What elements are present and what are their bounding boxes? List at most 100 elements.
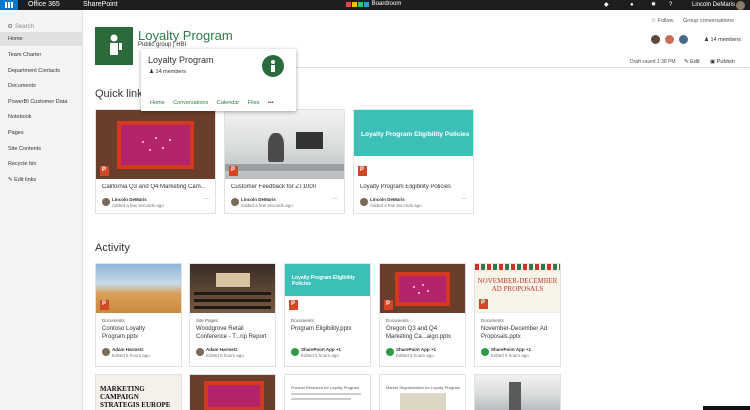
- group-conversations-link[interactable]: Group conversations: [683, 18, 734, 24]
- more-icon[interactable]: •••: [268, 100, 274, 106]
- app-avatar: [481, 348, 489, 356]
- library-name: Documents: [102, 318, 125, 323]
- hover-link-calendar[interactable]: Calendar: [217, 100, 239, 106]
- document-thumbnail: [225, 110, 344, 179]
- activity-card[interactable]: Site Pages Woodgrove Retail Conference -…: [189, 263, 276, 367]
- site-logo[interactable]: [95, 27, 133, 65]
- edited-time: Edited 5 hours ago: [491, 353, 529, 358]
- added-time: Added a few seconds ago: [112, 203, 164, 208]
- nav-item-documents[interactable]: Documents: [0, 79, 83, 93]
- nav-item-notebook[interactable]: Notebook: [0, 110, 83, 124]
- command-bar: Draft saved 1:38 PM ✎ Edit ▣ Publish: [296, 56, 750, 68]
- card-title[interactable]: California Q3 and Q4 Marketing Cam...: [102, 184, 212, 190]
- edit-links-label: Edit links: [14, 177, 37, 183]
- members-count: 14 members: [155, 69, 187, 75]
- bell-icon[interactable]: ●: [630, 0, 634, 10]
- activity-card[interactable]: Documents Oregon Q3 and Q4 Marketing Ca.…: [379, 263, 466, 367]
- document-thumbnail: [204, 381, 264, 410]
- activity-title[interactable]: Oregon Q3 and Q4: [386, 325, 464, 333]
- activity-title-line2[interactable]: Marketing Ca...aign.pptx: [386, 333, 464, 341]
- publish-icon: ▣: [710, 59, 717, 65]
- activity-title-line2[interactable]: Program.pptx: [102, 333, 180, 341]
- edited-time: Edited 5 hours ago: [112, 353, 150, 358]
- added-time: Added a few seconds ago: [241, 203, 293, 208]
- activity-card[interactable]: Loyalty Program Eligibility Policies Doc…: [284, 263, 371, 367]
- card-title[interactable]: Loyalty Program Eligibility Policies: [360, 184, 470, 190]
- edited-time: Edited 5 hours ago: [301, 353, 339, 358]
- edit-links[interactable]: ✎ Edit links: [0, 173, 83, 187]
- document-thumbnail: [96, 110, 215, 179]
- document-thumbnail: Loyalty Program Eligibility Policies: [354, 110, 473, 179]
- activity-title-line2[interactable]: Conference - T...rip Report: [196, 333, 274, 341]
- hover-link-home[interactable]: Home: [150, 100, 165, 106]
- thumbnail-text: NOVEMBER-DECEMBER AD PROPOSALS: [477, 277, 558, 294]
- activity-card[interactable]: NOVEMBER-DECEMBER AD PROPOSALS Documents…: [474, 263, 561, 367]
- nav-item-pages[interactable]: Pages: [0, 126, 83, 140]
- author-name: Adam Harmetz: [206, 347, 238, 352]
- search-box[interactable]: Search: [8, 24, 34, 30]
- nav-item-team-charter[interactable]: Team Charter: [0, 48, 83, 62]
- activity-card[interactable]: Product Research for Loyalty Program: [284, 374, 371, 410]
- notification-icon[interactable]: ◆: [604, 0, 609, 10]
- app-name[interactable]: Office 365: [28, 0, 60, 10]
- more-options-icon[interactable]: ···: [203, 196, 209, 202]
- author-name: Adam Harmetz: [112, 347, 144, 352]
- activity-title[interactable]: November-December Ad: [481, 325, 559, 333]
- author-avatar: [231, 198, 239, 206]
- site-title[interactable]: Loyalty Program: [138, 28, 233, 43]
- activity-card[interactable]: [189, 374, 276, 410]
- activity-title[interactable]: Program Eligibility.pptx: [291, 325, 369, 333]
- waffle-icon[interactable]: [0, 0, 18, 10]
- more-options-icon[interactable]: ···: [332, 196, 338, 202]
- author-name: Lincoln DeMaris: [112, 197, 147, 202]
- search-icon: [8, 24, 12, 28]
- activity-card[interactable]: [474, 374, 561, 410]
- user-name[interactable]: Lincoln DeMaris: [692, 0, 735, 10]
- quick-link-card[interactable]: Loyalty Program Eligibility Policies Loy…: [353, 109, 474, 214]
- nav-item-department-contacts[interactable]: Department Contacts: [0, 64, 83, 78]
- app-avatar: [291, 348, 299, 356]
- powerpoint-icon: [229, 166, 238, 176]
- added-time: Added a few seconds ago: [370, 203, 422, 208]
- publish-label: Publish: [716, 59, 735, 65]
- activity-title[interactable]: Contoso Loyalty: [102, 325, 180, 333]
- powerpoint-icon: [100, 166, 109, 176]
- nav-item-recycle-bin[interactable]: Recycle bin: [0, 157, 83, 171]
- quick-link-card[interactable]: California Q3 and Q4 Marketing Cam... Li…: [95, 109, 216, 214]
- hover-card-members[interactable]: ♟ 14 members: [149, 69, 186, 75]
- activity-title-line2[interactable]: Proposals.pptx: [481, 333, 559, 341]
- hover-link-conversations[interactable]: Conversations: [173, 100, 208, 106]
- activity-card[interactable]: Documents Contoso Loyalty Program.pptx A…: [95, 263, 182, 367]
- help-icon[interactable]: ?: [669, 0, 672, 10]
- document-thumbnail: Loyalty Program Eligibility Policies: [285, 264, 370, 313]
- nav-item-site-contents[interactable]: Site Contents: [0, 142, 83, 156]
- author-avatar: [102, 348, 110, 356]
- thumbnail-text: Market Segmentation for Loyalty Program: [386, 385, 461, 390]
- activity-heading: Activity: [95, 242, 130, 254]
- settings-icon[interactable]: ✹: [651, 0, 656, 10]
- author-name: Lincoln DeMaris: [241, 197, 276, 202]
- hover-card-title[interactable]: Loyalty Program: [148, 55, 214, 65]
- publish-button[interactable]: ▣ Publish: [710, 59, 735, 65]
- author-avatar: [102, 198, 110, 206]
- member-avatar: [650, 34, 661, 45]
- thumbnail-text: Product Research for Loyalty Program: [291, 385, 360, 390]
- nav-item-powerbi[interactable]: PowerBI Customer Data: [0, 95, 83, 109]
- nav-item-home[interactable]: Home: [0, 32, 83, 46]
- edit-button[interactable]: ✎ Edit: [684, 59, 700, 65]
- user-avatar[interactable]: [736, 1, 745, 10]
- hover-link-files[interactable]: Files: [248, 100, 260, 106]
- activity-title[interactable]: Woodgrove Retail: [196, 325, 274, 333]
- more-options-icon[interactable]: ···: [461, 196, 467, 202]
- left-navigation: Search Home Team Charter Department Cont…: [0, 10, 83, 410]
- activity-card[interactable]: MARKETING CAMPAIGN STRATEGIS EUROPE: [95, 374, 182, 410]
- brand-text: Boardroom: [371, 1, 402, 7]
- site-name[interactable]: SharePoint: [83, 0, 118, 10]
- edited-time: Edited 5 hours ago: [396, 353, 434, 358]
- follow-button[interactable]: ☆ Follow: [651, 18, 673, 24]
- author-name: Lincoln DeMaris: [370, 197, 405, 202]
- quick-link-card[interactable]: Customer Feedback for ZT1000 Lincoln DeM…: [224, 109, 345, 214]
- card-title[interactable]: Customer Feedback for ZT1000: [231, 184, 341, 190]
- powerpoint-icon: [358, 166, 367, 176]
- activity-card[interactable]: Market Segmentation for Loyalty Program: [379, 374, 466, 410]
